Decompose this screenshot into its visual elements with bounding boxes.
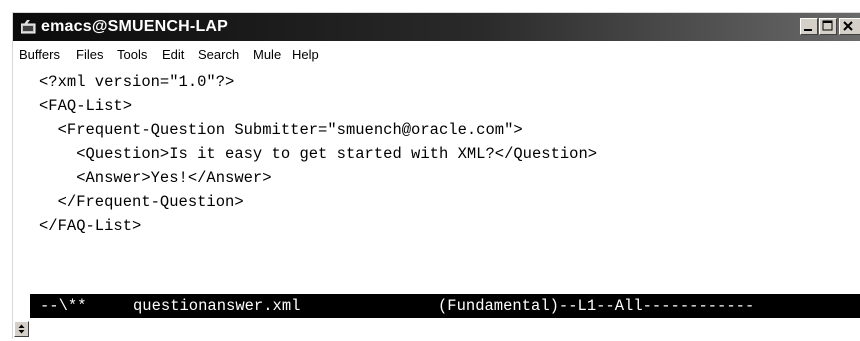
code-line: </Frequent-Question>: [39, 193, 244, 211]
minimize-button[interactable]: [800, 18, 818, 35]
menu-buffers[interactable]: Buffers: [19, 47, 60, 62]
menu-tools[interactable]: Tools: [117, 47, 147, 62]
modeline-status: --\**: [40, 297, 87, 315]
window-title: emacs@SMUENCH-LAP: [41, 18, 229, 35]
maximize-icon: [820, 19, 836, 34]
mode-line: --\** questionanswer.xml (Fundamental)--…: [30, 294, 860, 318]
menu-mule[interactable]: Mule: [253, 47, 281, 62]
menu-edit[interactable]: Edit: [162, 47, 184, 62]
scroll-arrows-icon: [15, 323, 28, 340]
emacs-app-icon: [20, 20, 37, 34]
close-button[interactable]: [839, 18, 860, 35]
menu-help[interactable]: Help: [292, 47, 319, 62]
minibuffer-scroll-button[interactable]: [14, 321, 29, 337]
code-line: <Frequent-Question Submitter="smuench@or…: [39, 121, 523, 139]
code-line: <FAQ-List>: [39, 97, 133, 115]
minimize-icon: [801, 19, 817, 34]
title-bar[interactable]: emacs@SMUENCH-LAP: [13, 13, 860, 41]
emacs-window: emacs@SMUENCH-LAP Buffers Files Tools Ed…: [12, 12, 860, 339]
code-line: <Question>Is it easy to get started with…: [39, 145, 598, 163]
menu-search[interactable]: Search: [198, 47, 239, 62]
code-line: </FAQ-List>: [39, 217, 142, 235]
editor-buffer[interactable]: <?xml version="1.0"?> <FAQ-List> <Freque…: [13, 70, 860, 288]
maximize-button[interactable]: [819, 18, 837, 35]
minibuffer[interactable]: [30, 319, 860, 339]
code-line: <Answer>Yes!</Answer>: [39, 169, 272, 187]
code-line: <?xml version="1.0"?>: [39, 73, 235, 91]
menu-files[interactable]: Files: [76, 47, 103, 62]
menu-bar: Buffers Files Tools Edit Search Mule Hel…: [13, 43, 860, 67]
close-icon: [840, 19, 860, 34]
modeline-mode-info: (Fundamental)--L1--All------------: [438, 297, 755, 315]
modeline-buffer-name: questionanswer.xml: [133, 297, 301, 315]
